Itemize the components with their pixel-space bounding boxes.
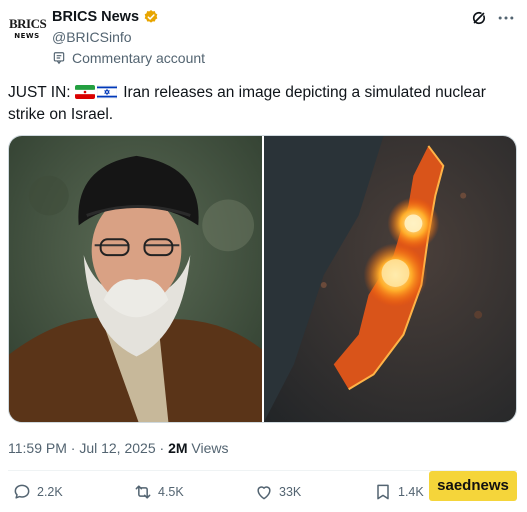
repost-button[interactable]: 4.5K [133,482,184,502]
post-text: JUST IN: Iran releases an image depictin… [8,82,513,126]
account-avatar[interactable]: BRICS NEWS [9,11,47,49]
bookmark-count: 1.4K [398,485,424,499]
views-count: 2M [168,440,188,456]
post-media[interactable] [8,135,517,423]
verified-badge-icon [144,10,158,23]
more-options-icon[interactable] [496,8,516,28]
commentary-text: Commentary account [72,50,206,66]
like-count: 33K [279,485,302,499]
iran-flag-icon [74,85,95,99]
post-timestamp[interactable]: 11:59 PM · Jul 12, 2025 · 2M Views [8,440,229,456]
like-button[interactable]: 33K [254,482,301,502]
author-handle[interactable]: @BRICSinfo [52,29,132,45]
reply-count: 2.2K [37,485,63,499]
repost-count: 4.5K [158,485,184,499]
commentary-label[interactable]: Commentary account [52,50,205,66]
post-prefix: JUST IN: [8,84,71,101]
bookmark-icon [377,484,389,500]
grok-icon[interactable] [470,9,488,27]
author-name[interactable]: BRICS News [52,9,139,25]
views-label: Views [187,440,229,456]
timestamp-text[interactable]: 11:59 PM · Jul 12, 2025 · [8,440,168,456]
media-image-portrait[interactable] [9,136,262,422]
commentary-shield-icon [53,52,65,65]
reply-button[interactable]: 2.2K [12,482,63,502]
author-name-row[interactable]: BRICS News [52,9,159,25]
media-image-map[interactable] [264,136,516,422]
reply-icon [14,484,30,499]
avatar-logo-text: BRICS [9,16,47,31]
heart-icon [257,486,271,500]
repost-icon [135,485,151,499]
bookmark-button[interactable]: 1.4K [373,482,424,502]
israel-flag-icon [96,85,117,99]
avatar-logo-subtext: NEWS [14,32,40,40]
watermark-badge: saednews [429,471,517,501]
